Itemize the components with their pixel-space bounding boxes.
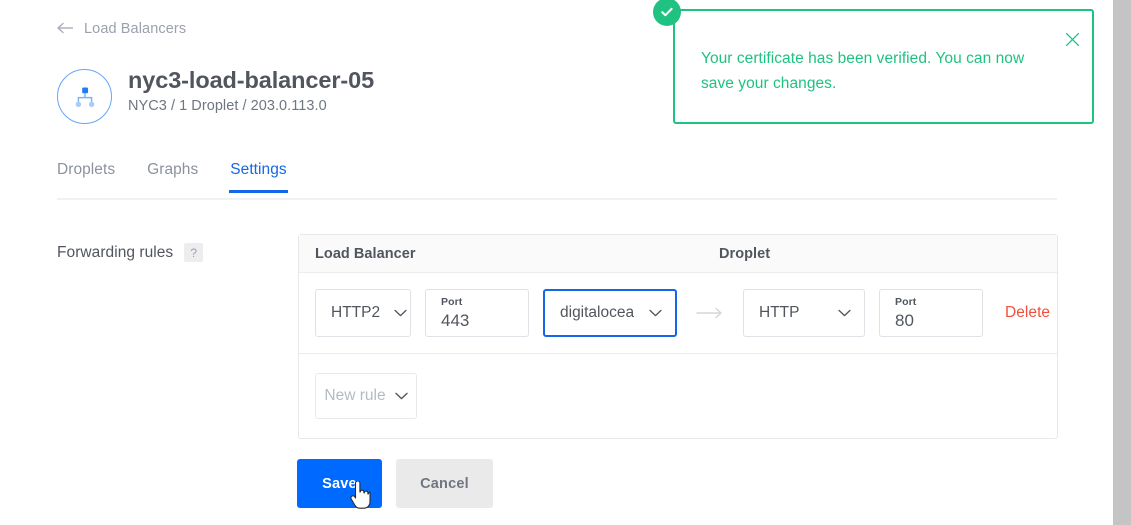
chevron-down-icon: [838, 304, 851, 322]
breadcrumb-label: Load Balancers: [84, 21, 187, 37]
close-icon[interactable]: [1062, 29, 1082, 49]
success-notification: Your certificate has been verified. You …: [653, 0, 1094, 124]
new-rule-label: New rule: [324, 387, 386, 404]
notification-message: Your certificate has been verified. You …: [701, 50, 1025, 93]
forwarding-rules-label-group: Forwarding rules ?: [57, 243, 204, 262]
page-root: Load Balancers nyc3-load-balancer-05 NYC…: [0, 0, 1131, 525]
droplet-port-input[interactable]: Port 80: [879, 289, 983, 337]
load-balancer-node-icon: [57, 69, 112, 124]
tab-divider: [57, 198, 1057, 200]
tab-bar: Droplets Graphs Settings: [57, 161, 319, 193]
new-rule-select[interactable]: New rule: [315, 373, 417, 419]
droplet-port-value: 80: [895, 310, 914, 330]
page-title: nyc3-load-balancer-05: [128, 67, 375, 93]
arrow-left-icon: [57, 20, 75, 37]
breadcrumb-back-link[interactable]: Load Balancers: [57, 21, 186, 37]
chevron-down-icon: [394, 304, 407, 322]
tab-graphs[interactable]: Graphs: [147, 161, 198, 193]
droplet-protocol-value: HTTP: [759, 304, 800, 321]
chevron-down-icon: [649, 304, 662, 322]
form-actions: Save Cancel: [297, 459, 493, 508]
certificate-select[interactable]: digitalocea: [543, 289, 677, 337]
droplet-protocol-select[interactable]: HTTP: [743, 289, 865, 337]
lb-protocol-select[interactable]: HTTP2: [315, 289, 411, 337]
droplet-port-label: Port: [895, 296, 917, 308]
delete-rule-button[interactable]: Delete: [1005, 304, 1050, 322]
forwarding-rules-header: Load Balancer Droplet: [299, 235, 1057, 273]
column-header-load-balancer: Load Balancer: [315, 245, 416, 262]
lb-port-value: 443: [441, 310, 470, 330]
certificate-value: digitalocea: [560, 304, 635, 321]
lb-port-label: Port: [441, 296, 463, 308]
check-circle-icon: [653, 0, 681, 26]
lb-protocol-value: HTTP2: [331, 304, 381, 321]
table-row: HTTP2 Port 443 digitalocea HTTP Port 80 …: [299, 273, 1057, 354]
window-scrollbar-track[interactable]: [1113, 0, 1131, 525]
tab-settings[interactable]: Settings: [229, 161, 289, 193]
page-right-padding: [1095, 0, 1113, 525]
question-mark-icon[interactable]: ?: [184, 243, 204, 262]
column-header-droplet: Droplet: [719, 245, 771, 262]
cancel-button[interactable]: Cancel: [396, 459, 493, 508]
page-header: nyc3-load-balancer-05 NYC3 / 1 Droplet /…: [57, 66, 374, 124]
arrow-right-icon: [677, 307, 743, 319]
chevron-down-icon: [394, 387, 408, 405]
lb-port-input[interactable]: Port 443: [425, 289, 529, 337]
tab-droplets[interactable]: Droplets: [57, 161, 115, 193]
save-button[interactable]: Save: [297, 459, 382, 508]
new-rule-row: New rule: [299, 354, 1057, 438]
forwarding-rules-card: Load Balancer Droplet HTTP2 Port 443 dig…: [298, 234, 1058, 439]
forwarding-rules-label: Forwarding rules: [57, 243, 174, 261]
page-subtitle: NYC3 / 1 Droplet / 203.0.113.0: [128, 97, 327, 114]
